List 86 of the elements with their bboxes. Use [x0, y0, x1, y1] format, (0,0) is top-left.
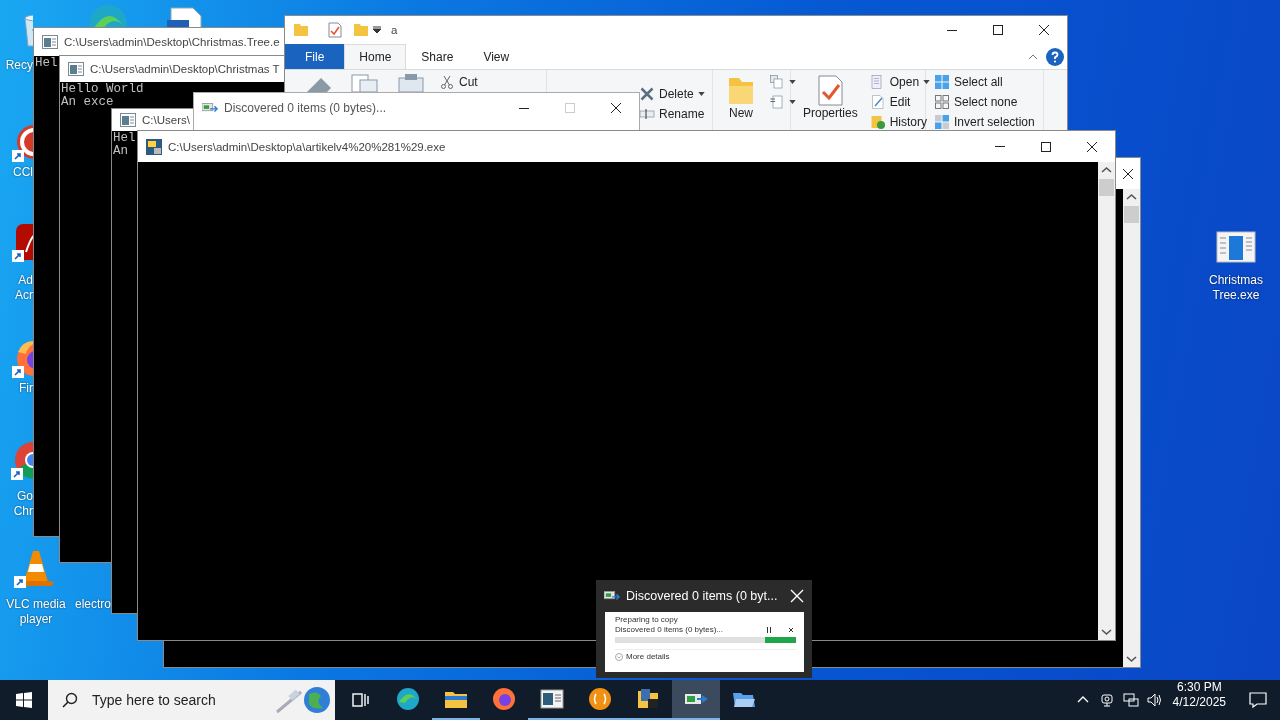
ribbon-button[interactable]: Cut: [437, 72, 480, 92]
task-view-icon[interactable]: [351, 691, 369, 709]
window-title: C:\Users\admin\Desktop\a\artikelv4%20%281%29.exe: [168, 140, 446, 153]
console-line: An exce: [61, 96, 114, 109]
caret-icon: [697, 92, 705, 96]
invert-selection-icon: [934, 114, 950, 130]
close-icon: [1123, 168, 1133, 179]
minimize-icon: [995, 146, 1005, 147]
start-icon[interactable]: [16, 692, 32, 708]
ribbon-button[interactable]: Rename: [637, 104, 707, 124]
customize-dropdown-icon[interactable]: [373, 26, 381, 34]
rename-icon: [639, 106, 655, 122]
window-icon: [42, 34, 58, 50]
scrollbar-thumb[interactable]: [1124, 206, 1139, 223]
minimize-icon: [947, 29, 957, 31]
close-icon: [1087, 141, 1097, 152]
ribbon-button[interactable]: Edit: [867, 92, 933, 112]
console-line: An: [113, 145, 128, 158]
clock-date[interactable]: 4/12/2025: [1172, 695, 1226, 710]
progress-text: Discovered 0 items (0 bytes)...: [615, 625, 725, 635]
caret-icon: [789, 80, 796, 84]
search-field[interactable]: Type here to search: [90, 691, 271, 709]
scrollbar[interactable]: [1123, 189, 1140, 667]
history-icon: [869, 114, 886, 130]
window-title: a: [391, 24, 398, 36]
firefox-icon: [492, 687, 516, 711]
script-file-icon: [636, 687, 660, 711]
window-title: Discovered 0 items (0 bytes)...: [224, 101, 387, 115]
browser-icon: [396, 687, 420, 711]
ribbon-button[interactable]: Open: [867, 72, 933, 92]
volume-icon[interactable]: [1146, 692, 1163, 708]
console-line: Hel: [113, 132, 136, 145]
edit-icon: [869, 94, 886, 110]
status-text: Preparing to copy: [615, 615, 679, 625]
select-none-icon: [934, 94, 950, 110]
pause-icon[interactable]: [766, 627, 772, 633]
maximize-icon: [1041, 141, 1051, 152]
copy-path-icon: [769, 74, 785, 90]
notifications-icon[interactable]: [1249, 691, 1267, 709]
window-title: C:\Users\admin\Desktop\Christmas T: [90, 63, 280, 75]
copy-progress-preview[interactable]: Discovered 0 items (0 byt... Preparing to copy Discovered 0 items (0 bytes)... More details: [596, 580, 812, 678]
window-app-icon: [540, 687, 564, 711]
ribbon-button[interactable]: Properties: [799, 72, 862, 122]
easy-access-icon: [769, 94, 785, 110]
scrollbar-thumb[interactable]: [1099, 179, 1114, 196]
document-icon[interactable]: [165, 6, 205, 27]
more-details-link[interactable]: More details: [626, 652, 670, 662]
scissors-icon: [439, 74, 455, 90]
app-icon: [588, 687, 612, 711]
maximize-icon: [993, 25, 1003, 35]
desktop-icon-label[interactable]: Christmas Tree.exe: [1196, 273, 1276, 303]
caret-icon: [789, 100, 796, 104]
ribbon-button[interactable]: Delete: [637, 84, 707, 104]
ribbon-tab[interactable]: File: [285, 44, 345, 69]
ribbon-button[interactable]: [767, 72, 798, 92]
close-icon[interactable]: [788, 627, 794, 633]
close-icon: [611, 103, 621, 113]
window-icon: [120, 112, 136, 128]
app-icon: [146, 138, 162, 155]
console-line: Hel: [35, 57, 58, 70]
clock-time[interactable]: 6:30 PM: [1176, 680, 1222, 695]
caret-icon: [923, 80, 931, 84]
ribbon-button[interactable]: Invert selection: [932, 112, 1037, 132]
preview-title: Discovered 0 items (0 byt...: [626, 589, 779, 603]
select-all-icon: [934, 74, 950, 90]
close-icon: [1039, 25, 1049, 35]
console-line: Hello World: [61, 83, 144, 96]
window-title: C:\Users\admin\Desktop\Christmas.Tree.e: [64, 36, 280, 48]
search-icon: [62, 692, 78, 708]
search-bar[interactable]: Type here to search: [48, 680, 335, 720]
ribbon-button[interactable]: New: [721, 72, 761, 122]
minimize-icon: [519, 107, 529, 109]
maximize-icon: [565, 103, 575, 113]
ribbon-button[interactable]: Select all: [932, 72, 1037, 92]
ribbon-button[interactable]: Select none: [932, 92, 1037, 112]
scrollbar[interactable]: [1098, 162, 1115, 640]
ribbon-tab[interactable]: Home: [344, 44, 407, 69]
delete-icon: [639, 86, 655, 102]
properties-icon[interactable]: [327, 22, 343, 38]
help-icon[interactable]: [1046, 47, 1064, 66]
webcam-icon[interactable]: [1098, 692, 1115, 708]
network-icon[interactable]: [1122, 692, 1139, 708]
window-icon: [68, 61, 84, 77]
clipboard-icon: [395, 74, 427, 92]
taskbar-app[interactable]: [672, 680, 720, 720]
window-title: C:\Users\: [142, 114, 190, 126]
